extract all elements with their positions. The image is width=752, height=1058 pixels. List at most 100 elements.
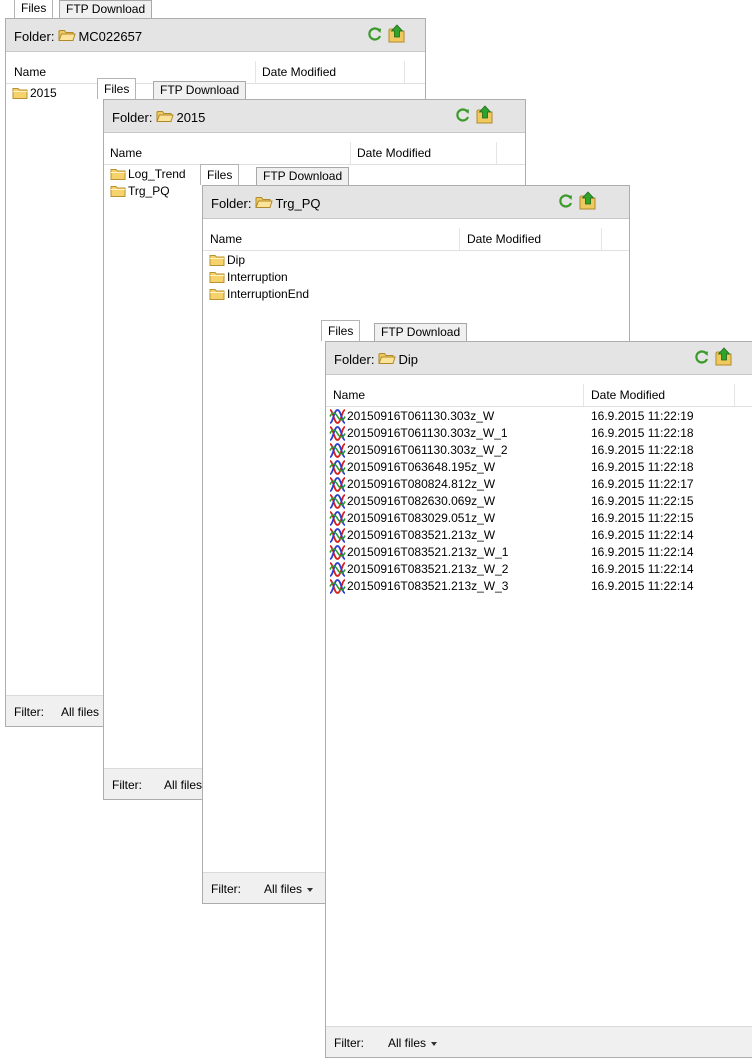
tab-ftp-download[interactable]: FTP Download	[256, 167, 350, 186]
column-separator[interactable]	[459, 228, 460, 250]
folder-icon	[110, 184, 126, 203]
folder-path: Folder: Dip	[334, 351, 418, 368]
list-item[interactable]: InterruptionEnd	[203, 286, 629, 303]
upload-icon[interactable]	[578, 191, 598, 211]
column-separator[interactable]	[734, 384, 735, 406]
filter-dropdown[interactable]: All files	[388, 1036, 438, 1050]
folder-icon	[12, 86, 28, 105]
column-date-modified[interactable]: Date Modified	[262, 65, 336, 79]
item-name: 20150916T061130.303z_W_2	[347, 443, 508, 457]
item-date-modified: 16.9.2015 11:22:18	[591, 426, 694, 440]
refresh-icon[interactable]	[694, 349, 710, 365]
file-list: Dip Interruption InterruptionEnd	[203, 252, 629, 303]
upload-icon[interactable]	[387, 24, 407, 44]
item-name: 2015	[30, 86, 57, 100]
item-date-modified: 16.9.2015 11:22:18	[591, 460, 694, 474]
refresh-icon[interactable]	[558, 193, 574, 209]
item-date-modified: 16.9.2015 11:22:14	[591, 528, 694, 542]
tab-bar: Files FTP Download	[317, 320, 752, 342]
list-item[interactable]: Interruption	[203, 269, 629, 286]
filter-value: All files	[264, 882, 303, 896]
tab-files[interactable]: Files	[14, 0, 54, 18]
tab-files[interactable]: Files	[97, 78, 137, 99]
upload-icon[interactable]	[714, 347, 734, 367]
folder-label: Folder:	[14, 29, 55, 45]
column-separator[interactable]	[583, 384, 584, 406]
current-folder-name: Dip	[398, 352, 418, 368]
item-name: Interruption	[227, 270, 288, 284]
list-item[interactable]: 20150916T083521.213z_W_2 16.9.2015 11:22:…	[326, 561, 752, 578]
list-item[interactable]: 20150916T083521.213z_W 16.9.2015 11:22:14	[326, 527, 752, 544]
folder-bar: Folder: Dip	[326, 342, 752, 375]
folder-path: Folder: 2015	[112, 109, 205, 126]
panel-frame: Folder: Dip Name Date Modified 20150916T0…	[325, 341, 752, 1058]
filter-label: Filter:	[334, 1036, 364, 1050]
item-name: 20150916T083521.213z_W_3	[347, 579, 509, 593]
current-folder-name: 2015	[176, 110, 206, 126]
item-name: 20150916T083521.213z_W_2	[347, 562, 509, 576]
column-separator[interactable]	[350, 142, 351, 164]
folder-icon	[255, 195, 274, 212]
list-item[interactable]: 20150916T061130.303z_W 16.9.2015 11:22:19	[326, 408, 752, 425]
item-date-modified: 16.9.2015 11:22:15	[591, 494, 694, 508]
list-item[interactable]: 20150916T061130.303z_W_1 16.9.2015 11:22:…	[326, 425, 752, 442]
list-item[interactable]: 20150916T083521.213z_W_1 16.9.2015 11:22:…	[326, 544, 752, 561]
list-item[interactable]: 20150916T083029.051z_W 16.9.2015 11:22:15	[326, 510, 752, 527]
item-date-modified: 16.9.2015 11:22:15	[591, 511, 694, 525]
tab-files[interactable]: Files	[200, 164, 240, 185]
column-name[interactable]: Name	[110, 146, 142, 160]
column-header: Name Date Modified	[104, 142, 525, 165]
list-item[interactable]: 20150916T082630.069z_W 16.9.2015 11:22:15	[326, 493, 752, 510]
item-name: 20150916T080824.812z_W	[347, 477, 496, 491]
item-date-modified: 16.9.2015 11:22:14	[591, 545, 694, 559]
tab-ftp-download[interactable]: FTP Download	[153, 81, 247, 100]
item-date-modified: 16.9.2015 11:22:17	[591, 477, 694, 491]
column-name[interactable]: Name	[14, 65, 46, 79]
item-name: 20150916T083029.051z_W	[347, 511, 496, 525]
list-item[interactable]: 20150916T061130.303z_W_2 16.9.2015 11:22:…	[326, 442, 752, 459]
chevron-down-icon	[431, 1041, 438, 1046]
tab-ftp-download[interactable]: FTP Download	[59, 0, 153, 19]
filter-bar: Filter: All files	[326, 1026, 752, 1057]
tab-bar: Files FTP Download	[194, 164, 630, 186]
tab-bar: Files FTP Download	[5, 0, 426, 19]
waveform-file-icon	[329, 578, 346, 600]
chevron-down-icon	[307, 887, 314, 892]
folder-icon	[156, 109, 175, 126]
column-header: Name Date Modified	[326, 384, 752, 407]
item-date-modified: 16.9.2015 11:22:19	[591, 409, 694, 423]
item-name: Log_Trend	[128, 167, 186, 181]
column-separator[interactable]	[601, 228, 602, 250]
list-item[interactable]: 20150916T063648.195z_W 16.9.2015 11:22:18	[326, 459, 752, 476]
folder-bar: Folder: Trg_PQ	[203, 186, 629, 219]
refresh-icon[interactable]	[455, 107, 471, 123]
tab-ftp-download[interactable]: FTP Download	[374, 323, 468, 342]
upload-icon[interactable]	[475, 105, 495, 125]
column-separator[interactable]	[496, 142, 497, 164]
list-item[interactable]: Dip	[203, 252, 629, 269]
column-name[interactable]: Name	[210, 232, 242, 246]
item-date-modified: 16.9.2015 11:22:14	[591, 562, 694, 576]
item-name: 20150916T063648.195z_W	[347, 460, 496, 474]
folder-icon	[378, 351, 397, 368]
list-item[interactable]: 20150916T080824.812z_W 16.9.2015 11:22:17	[326, 476, 752, 493]
list-item[interactable]: 20150916T083521.213z_W_3 16.9.2015 11:22:…	[326, 578, 752, 595]
column-date-modified[interactable]: Date Modified	[357, 146, 431, 160]
item-name: 20150916T061130.303z_W	[347, 409, 495, 423]
column-header: Name Date Modified	[203, 228, 629, 251]
folder-bar: Folder: MC022657	[6, 19, 425, 52]
folder-icon	[58, 28, 77, 45]
filter-value: All files	[388, 1036, 427, 1050]
folder-path: Folder: Trg_PQ	[211, 195, 321, 212]
filter-dropdown[interactable]: All files	[264, 882, 314, 896]
file-panel-dip: Files FTP Download Folder: Dip Name Date …	[317, 320, 752, 1058]
column-name[interactable]: Name	[333, 388, 365, 402]
item-name: Trg_PQ	[128, 184, 170, 198]
filter-label: Filter:	[14, 705, 44, 719]
item-date-modified: 16.9.2015 11:22:14	[591, 579, 694, 593]
column-date-modified[interactable]: Date Modified	[591, 388, 665, 402]
current-folder-name: Trg_PQ	[275, 196, 321, 212]
refresh-icon[interactable]	[367, 26, 383, 42]
tab-files[interactable]: Files	[321, 320, 361, 341]
column-date-modified[interactable]: Date Modified	[467, 232, 541, 246]
